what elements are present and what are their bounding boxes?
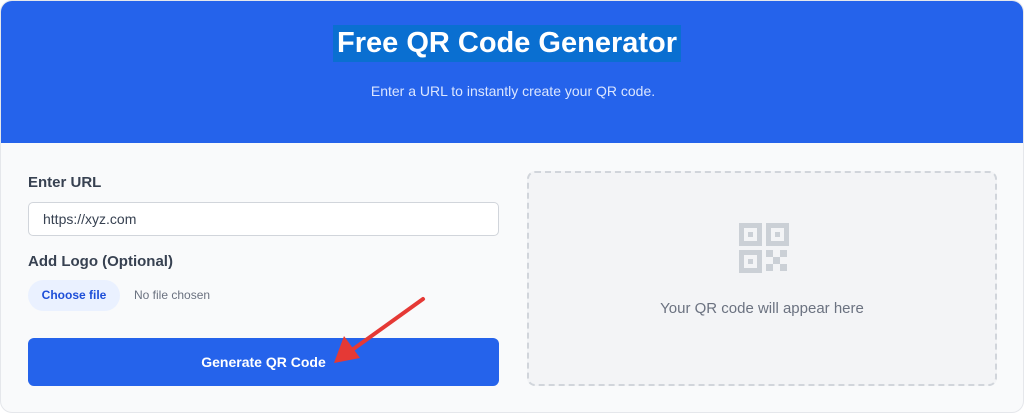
qr-placeholder-text: Your QR code will appear here (660, 300, 864, 317)
url-input[interactable] (28, 202, 499, 236)
page-subtitle: Enter a URL to instantly create your QR … (370, 83, 656, 99)
generate-qr-button[interactable]: Generate QR Code (28, 338, 499, 386)
url-label: Enter URL (28, 174, 102, 191)
qr-generator-card: Free QR Code Generator Enter a URL to in… (0, 0, 1024, 413)
qr-code-icon (739, 223, 789, 273)
logo-label: Add Logo (Optional) (28, 253, 173, 270)
choose-file-button[interactable]: Choose file (28, 280, 120, 311)
qr-preview-area: Your QR code will appear here (527, 171, 997, 386)
file-status-text: No file chosen (134, 288, 211, 302)
page-title: Free QR Code Generator (333, 25, 682, 62)
header-banner: Free QR Code Generator Enter a URL to in… (1, 1, 1023, 143)
